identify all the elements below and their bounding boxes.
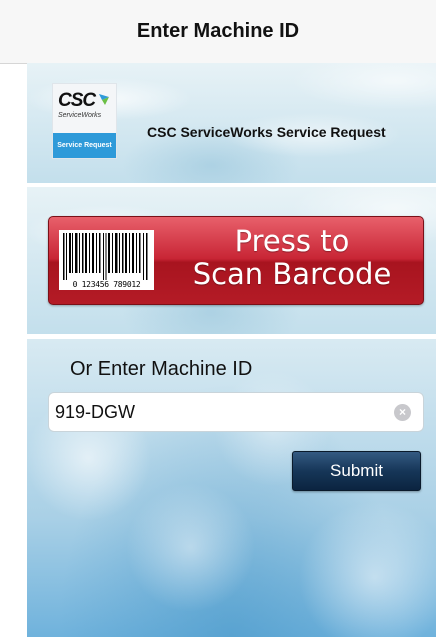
logo-brand-text: CSC bbox=[58, 90, 96, 111]
scan-label-line1: Press to bbox=[234, 224, 350, 258]
scan-barcode-button[interactable]: 0 123456 789012 Press to Scan Barcode bbox=[48, 216, 424, 305]
machine-id-label: Or Enter Machine ID bbox=[70, 358, 253, 380]
scan-panel: 0 123456 789012 Press to Scan Barcode bbox=[27, 187, 436, 334]
app-name: CSC ServiceWorks Service Request bbox=[147, 124, 386, 140]
scan-button-label: Press to Scan Barcode bbox=[169, 225, 415, 291]
logo-sub-text: ServiceWorks bbox=[58, 112, 102, 119]
scan-label-line2: Scan Barcode bbox=[192, 257, 392, 291]
manual-entry-panel: Or Enter Machine ID 919-DGW × Submit bbox=[27, 339, 436, 637]
machine-id-field[interactable]: 919-DGW × bbox=[48, 392, 424, 432]
csc-logo: CSC ServiceWorks Service Request bbox=[52, 83, 117, 159]
machine-id-value[interactable]: 919-DGW bbox=[55, 402, 135, 423]
header-banner: CSC ServiceWorks Service Request CSC Ser… bbox=[27, 63, 436, 183]
logo-mark-icon bbox=[99, 94, 109, 105]
submit-button[interactable]: Submit bbox=[292, 451, 421, 491]
barcode-number: 0 123456 789012 bbox=[72, 280, 141, 289]
barcode-icon: 0 123456 789012 bbox=[59, 230, 154, 290]
clear-icon[interactable]: × bbox=[394, 404, 411, 421]
navigation-bar: Enter Machine ID bbox=[0, 0, 436, 64]
page-title: Enter Machine ID bbox=[136, 20, 300, 42]
submit-label: Submit bbox=[330, 461, 383, 480]
logo-band: Service Request bbox=[53, 133, 116, 158]
